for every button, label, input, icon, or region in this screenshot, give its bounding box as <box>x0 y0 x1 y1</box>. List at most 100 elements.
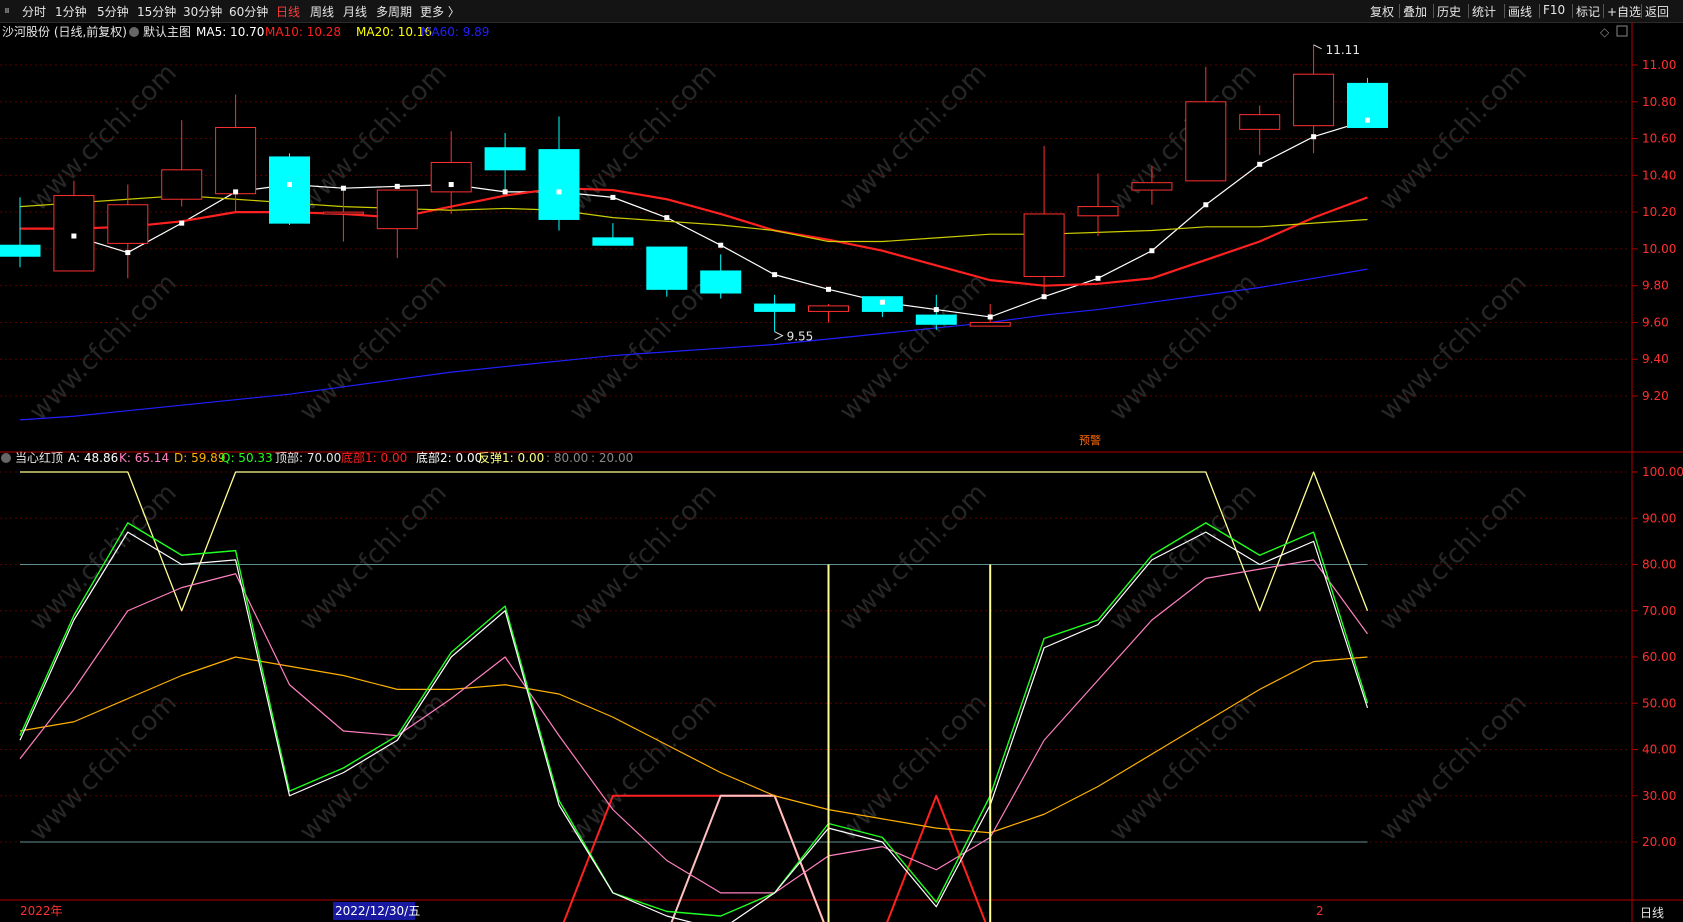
toolbar-right-button-5[interactable]: F10 <box>1543 3 1565 17</box>
high-price-label: 11.11 <box>1326 43 1360 57</box>
period-tab-0[interactable]: 分时 <box>22 3 46 20</box>
toolbar-right-button-0[interactable]: 复权 <box>1370 3 1394 20</box>
candle <box>808 304 849 323</box>
watermark-text: www.cfchi.com <box>564 58 723 217</box>
ma5-point <box>71 233 77 239</box>
indicator-tick-label: 70.00 <box>1642 604 1676 618</box>
pane-restore-icon: ◇ <box>1600 25 1610 39</box>
candle <box>0 197 41 268</box>
candle <box>161 120 203 207</box>
period-tab-4[interactable]: 30分钟 <box>183 3 222 20</box>
indicator-tick-label: 80.00 <box>1642 558 1676 572</box>
period-tab-1[interactable]: 1分钟 <box>55 3 87 20</box>
toolbar-separator <box>1468 4 1469 18</box>
price-tick-label: 10.60 <box>1642 132 1676 146</box>
price-tick-label: 11.00 <box>1642 58 1676 72</box>
toolbar-right-button-4[interactable]: 画线 <box>1508 3 1532 20</box>
watermark-text: www.cfchi.com <box>564 688 723 847</box>
ma5-point <box>1041 294 1047 300</box>
candle-body <box>107 204 149 244</box>
signal-label: 预警 <box>1079 433 1101 447</box>
indicator-tick-label: 20.00 <box>1642 835 1676 849</box>
candle-body <box>0 244 41 257</box>
ma5-point <box>502 189 508 195</box>
candle-body <box>161 169 203 200</box>
toolbar-separator <box>1572 4 1573 18</box>
indicator-tick-label: 100.00 <box>1642 465 1683 479</box>
candle <box>430 131 472 214</box>
indicator-legend-item: : 80.00 <box>546 451 588 465</box>
indicator-tick-label: 90.00 <box>1642 511 1676 525</box>
candle-body <box>484 147 526 171</box>
period-tab-3[interactable]: 15分钟 <box>137 3 176 20</box>
main-legend-item: MA60: 9.89 <box>421 25 489 39</box>
indicator-legend-item: 底部2: 0.00 <box>416 450 482 465</box>
watermark-text: www.cfchi.com <box>294 688 453 847</box>
toolbar-separator <box>1539 4 1540 18</box>
candle-body <box>538 149 580 220</box>
period-tab-6[interactable]: 日线 <box>276 3 300 20</box>
toolbar-right-button-6[interactable]: 标记 <box>1576 3 1600 20</box>
price-tick-label: 10.80 <box>1642 95 1676 109</box>
toolbar: ⏸ 分时 1分钟 5分钟 15分钟 30分钟 60分钟 日线 周线 月线 多周期 更多 〉 复权 叠加 历史… <box>0 0 1683 23</box>
toolbar-right-button-3[interactable]: 统计 <box>1472 3 1496 20</box>
ma5-point <box>125 250 131 256</box>
main-legend-item: 默认主图 <box>143 24 191 39</box>
watermark-text: www.cfchi.com <box>834 58 993 217</box>
period-tab-2[interactable]: 5分钟 <box>97 3 129 20</box>
pane-max-icon <box>1616 25 1628 37</box>
watermark-text: www.cfchi.com <box>834 478 993 637</box>
toolbar-separator <box>1399 4 1400 18</box>
price-tick-label: 10.00 <box>1642 242 1676 256</box>
toolbar-right-button-2[interactable]: 历史 <box>1437 3 1461 20</box>
watermark-text: www.cfchi.com <box>1374 268 1533 427</box>
legend-toggle-icon <box>129 27 139 37</box>
toolbar-separator <box>1641 4 1642 18</box>
candle-body <box>754 303 796 312</box>
period-tab-7[interactable]: 周线 <box>310 3 334 20</box>
candle-body <box>1023 213 1065 277</box>
price-tick-label: 9.40 <box>1642 352 1669 366</box>
toolbar-right-button-8[interactable]: 返回 <box>1645 3 1669 20</box>
low-price-label: 9.55 <box>787 330 814 344</box>
date-axis-month: 2 <box>1316 904 1324 918</box>
ma5-point <box>718 242 724 248</box>
indicator-legend-item: 底部1: 0.00 <box>341 450 407 465</box>
high-marker <box>1313 44 1322 50</box>
indicator-legend-item: Q: 50.33 <box>221 451 273 465</box>
period-tab-5[interactable]: 60分钟 <box>229 3 268 20</box>
indicator-legend-item: : 20.00 <box>591 451 633 465</box>
ma5-point <box>448 182 454 188</box>
watermark-text: www.cfchi.com <box>24 688 183 847</box>
period-tab-10[interactable]: 更多 〉 <box>420 3 460 20</box>
toolbar-right-button-7[interactable]: +自选 <box>1607 3 1641 20</box>
ma5-point <box>826 286 831 292</box>
ma-line-ma10 <box>20 187 1368 287</box>
watermark-text: www.cfchi.com <box>24 58 183 217</box>
watermark-text: www.cfchi.com <box>294 478 453 637</box>
candle <box>215 94 257 213</box>
candle <box>700 254 742 299</box>
candle-body <box>53 195 95 272</box>
indicator-legend-item: 当心红顶 <box>15 450 63 465</box>
toolbar-right-button-1[interactable]: 叠加 <box>1403 3 1427 20</box>
main-legend-item: MA10: 10.28 <box>265 25 341 39</box>
watermark-text: www.cfchi.com <box>1104 58 1263 217</box>
ma5-point <box>879 299 885 305</box>
indicator-line-底部1 <box>562 794 987 922</box>
date-axis-current: 2022/12/30/五 <box>335 904 420 918</box>
toolbar-left-icon[interactable]: ⏸ <box>4 3 10 18</box>
indicator-legend-item: 反弹1: 0.00 <box>478 451 544 465</box>
watermark-text: www.cfchi.com <box>834 688 993 847</box>
stock-chart: www.cfchi.com www.cfchi.com www.cfchi.com w… <box>0 22 1683 922</box>
ma5-point <box>556 189 562 195</box>
price-tick-label: 10.20 <box>1642 205 1676 219</box>
indicator-tick-label: 50.00 <box>1642 696 1676 710</box>
watermark-text: www.cfchi.com <box>24 268 183 427</box>
period-tab-8[interactable]: 月线 <box>343 3 367 20</box>
candle <box>376 189 418 259</box>
candle-body <box>376 189 418 230</box>
period-tab-9[interactable]: 多周期 <box>376 3 412 20</box>
candle-body <box>322 211 364 215</box>
indicator-legend-item: 顶部: 70.00 <box>275 450 341 465</box>
